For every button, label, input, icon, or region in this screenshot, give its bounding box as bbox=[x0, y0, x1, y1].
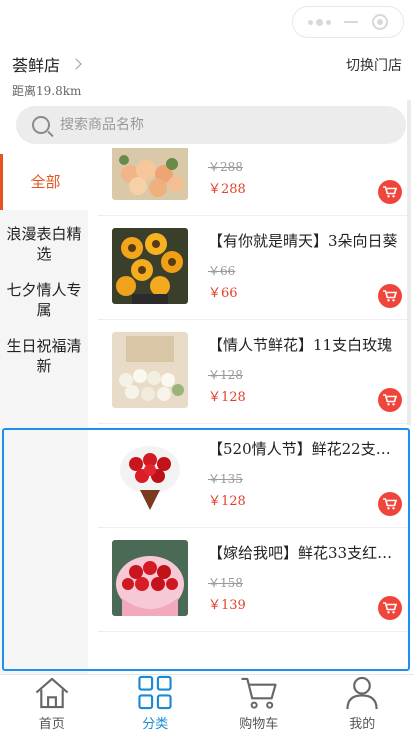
product-original-price: ￥288 bbox=[208, 160, 243, 174]
category-sidebar: 全部 浪漫表白精选 七夕情人专属 生日祝福清新 bbox=[0, 154, 88, 674]
product-name[interactable]: 【嫁给我吧】鲜花33支红玫瑰 bbox=[208, 542, 404, 563]
tab-category-label: 分类 bbox=[142, 717, 169, 732]
tab-category[interactable]: 分类 bbox=[104, 675, 208, 736]
product-original-price: ￥66 bbox=[208, 264, 236, 278]
scrollbar[interactable] bbox=[407, 100, 411, 425]
category-item-all[interactable]: 全部 bbox=[0, 154, 88, 210]
product-item[interactable]: 【有你就是晴天】3朵向日葵 ￥66 ￥66 bbox=[98, 216, 408, 320]
category-item-qixi[interactable]: 七夕情人专属 bbox=[0, 272, 88, 328]
search-bar[interactable] bbox=[16, 106, 406, 144]
product-original-price: ￥128 bbox=[208, 368, 243, 382]
category-grid-icon bbox=[138, 675, 172, 710]
product-price: ￥139 bbox=[208, 598, 246, 613]
add-to-cart-button[interactable] bbox=[378, 180, 402, 204]
product-image[interactable] bbox=[112, 148, 188, 200]
product-name[interactable]: 【有你就是晴天】3朵向日葵 bbox=[208, 230, 404, 251]
tab-cart-label: 购物车 bbox=[239, 717, 279, 732]
chevron-right-icon bbox=[70, 58, 82, 70]
minimize-icon[interactable] bbox=[344, 21, 359, 23]
product-image[interactable] bbox=[112, 228, 188, 304]
product-image[interactable] bbox=[112, 436, 188, 512]
store-distance: 距离19.8km bbox=[12, 84, 82, 98]
cart-icon bbox=[383, 498, 397, 510]
add-to-cart-button[interactable] bbox=[378, 492, 402, 516]
product-item[interactable]: 【520情人节】鲜花22支红玫瑰 ￥135 ￥128 bbox=[98, 424, 408, 528]
product-item[interactable]: ￥288 ￥288 bbox=[98, 148, 408, 216]
cart-icon bbox=[383, 602, 397, 614]
category-item-birthday[interactable]: 生日祝福清新 bbox=[0, 328, 88, 384]
product-original-price: ￥135 bbox=[208, 472, 243, 486]
home-icon bbox=[35, 677, 69, 709]
tab-home-label: 首页 bbox=[38, 717, 65, 732]
search-icon bbox=[32, 116, 50, 134]
cart-icon bbox=[241, 677, 277, 709]
tab-bar: 首页 分类 购物车 我的 bbox=[0, 674, 414, 736]
tab-mine[interactable]: 我的 bbox=[311, 675, 414, 736]
product-price: ￥128 bbox=[208, 390, 246, 405]
close-icon[interactable] bbox=[372, 14, 389, 30]
user-icon bbox=[346, 676, 378, 710]
more-icon[interactable] bbox=[307, 18, 331, 26]
tab-mine-label: 我的 bbox=[349, 717, 376, 732]
switch-store-button[interactable]: 切换门店 bbox=[346, 55, 402, 75]
cart-icon bbox=[383, 290, 397, 302]
product-item[interactable]: 【嫁给我吧】鲜花33支红玫瑰 ￥158 ￥139 bbox=[98, 528, 408, 632]
tab-cart[interactable]: 购物车 bbox=[207, 675, 311, 736]
product-name[interactable]: 【520情人节】鲜花22支红玫瑰 bbox=[208, 438, 404, 459]
product-image[interactable] bbox=[112, 540, 188, 616]
search-input[interactable] bbox=[60, 117, 360, 133]
add-to-cart-button[interactable] bbox=[378, 284, 402, 308]
store-name[interactable]: 荟鲜店 bbox=[12, 52, 82, 76]
store-name-label: 荟鲜店 bbox=[12, 56, 61, 75]
product-name[interactable]: 【情人节鲜花】11支白玫瑰 bbox=[208, 334, 404, 355]
product-list[interactable]: ￥288 ￥288 【有你就是晴天】3朵向日葵 ￥66 ￥66 【情人节鲜花】1… bbox=[98, 148, 408, 674]
product-price: ￥288 bbox=[208, 182, 246, 197]
product-image[interactable] bbox=[112, 332, 188, 408]
category-item-romantic[interactable]: 浪漫表白精选 bbox=[0, 216, 88, 272]
cart-icon bbox=[383, 186, 397, 198]
cart-icon bbox=[383, 394, 397, 406]
product-original-price: ￥158 bbox=[208, 576, 243, 590]
miniprogram-capsule[interactable] bbox=[292, 6, 404, 38]
product-price: ￥128 bbox=[208, 494, 246, 509]
add-to-cart-button[interactable] bbox=[378, 388, 402, 412]
store-header[interactable]: 荟鲜店 距离19.8km bbox=[12, 52, 82, 99]
product-item[interactable]: 【情人节鲜花】11支白玫瑰 ￥128 ￥128 bbox=[98, 320, 408, 424]
tab-home[interactable]: 首页 bbox=[0, 675, 104, 736]
add-to-cart-button[interactable] bbox=[378, 596, 402, 620]
product-price: ￥66 bbox=[208, 286, 238, 301]
